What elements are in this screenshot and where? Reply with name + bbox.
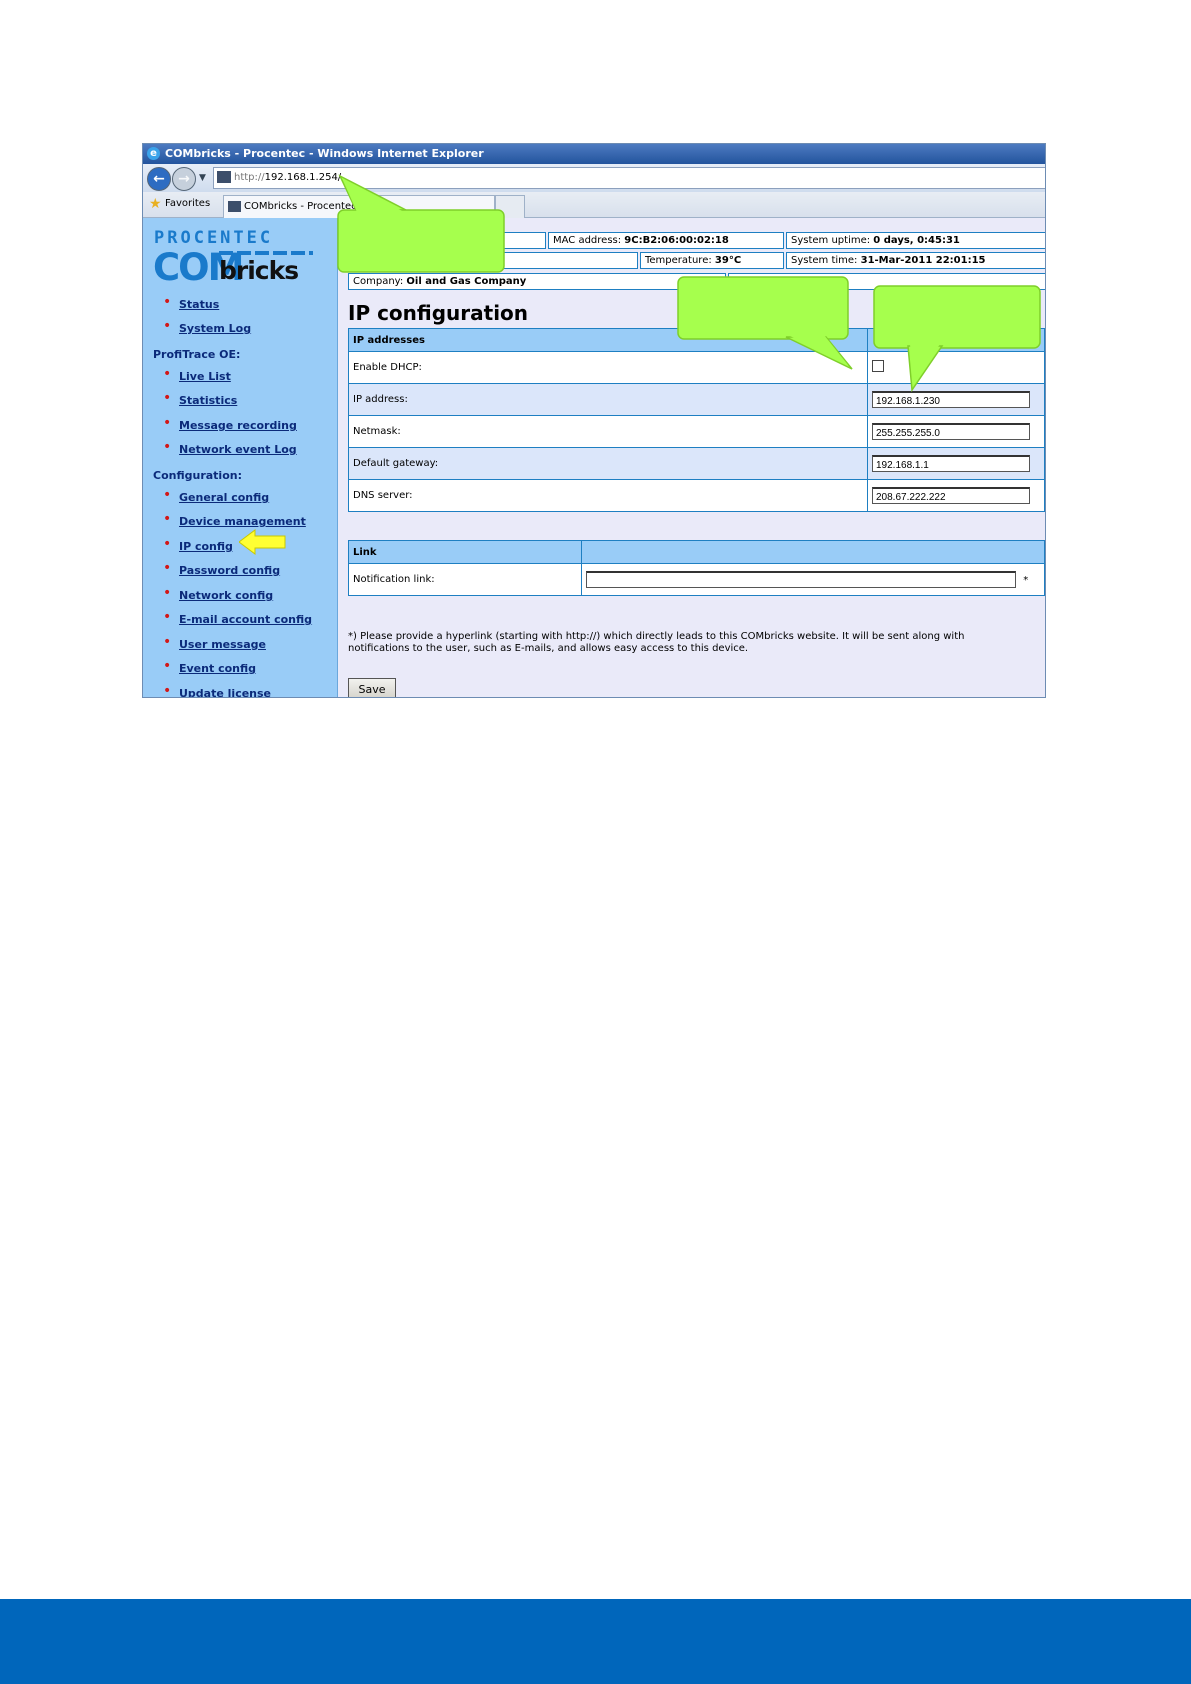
dns-input[interactable]: 208.67.222.222 [872, 487, 1030, 504]
temperature-box: Temperature: 39°C [640, 252, 784, 269]
forward-button[interactable]: → [172, 167, 196, 191]
back-button[interactable]: ← [147, 167, 171, 191]
logo-bricks: bricks [219, 256, 299, 285]
system-time-box: System time: 31-Mar-2011 22:01:15 [786, 252, 1045, 269]
ip-address-input[interactable]: 192.168.1.230 [872, 391, 1030, 408]
link-section-header: Link [348, 540, 582, 564]
mac-address-box: MAC address: 9C:B2:06:00:02:18 [548, 232, 784, 249]
history-dropdown-icon[interactable]: ▼ [199, 173, 206, 183]
gateway-label: Default gateway: [348, 447, 868, 480]
save-button[interactable]: Save [348, 678, 396, 697]
callout-bubble-ip-address [873, 285, 1041, 392]
browser-screenshot: e COMbricks - Procentec - Windows Intern… [142, 143, 1046, 698]
required-asterisk: * [1023, 574, 1029, 586]
notification-link-label: Notification link: [348, 563, 582, 596]
window-title: COMbricks - Procentec - Windows Internet… [165, 147, 484, 160]
table-row: Netmask: 255.255.255.0 [348, 415, 1045, 448]
tab-page-icon [228, 201, 241, 212]
ie-logo-icon: e [147, 147, 160, 160]
page-icon [217, 171, 231, 183]
link-section-header-value [581, 540, 1045, 564]
table-row: DNS server: 208.67.222.222 [348, 479, 1045, 512]
table-row: Default gateway: 192.168.1.1 [348, 447, 1045, 480]
callout-bubble-url [337, 174, 505, 273]
table-row: Notification link: * [348, 563, 1045, 596]
heading-configuration: Configuration: [153, 469, 242, 482]
address-toolbar: ← → ▼ http://192.168.1.254/ [143, 164, 1045, 192]
page-title: IP configuration [348, 301, 529, 325]
favorites-button[interactable]: Favorites [165, 198, 210, 209]
sidebar: PROCENTEC COM bricks • Status • System Log… [143, 218, 338, 697]
callout-bubble-dhcp [677, 276, 853, 370]
link-table: Link Notification link: * [348, 540, 1045, 596]
heading-profitrace: ProfiTrace OE: [153, 348, 241, 361]
ip-address-label: IP address: [348, 383, 868, 416]
url-text: http://192.168.1.254/ [234, 172, 342, 183]
system-uptime-box: System uptime: 0 days, 0:45:31 [786, 232, 1045, 249]
notification-link-input[interactable] [586, 571, 1016, 588]
dns-label: DNS server: [348, 479, 868, 512]
window-titlebar: e COMbricks - Procentec - Windows Intern… [143, 144, 1045, 164]
favorites-bar: ★ Favorites COMbricks - Procentec [143, 192, 1045, 218]
notification-note: *) Please provide a hyperlink (starting … [348, 631, 965, 654]
logo-procentec: PROCENTEC [154, 228, 274, 248]
footer-bar [0, 1599, 1191, 1684]
gateway-input[interactable]: 192.168.1.1 [872, 455, 1030, 472]
netmask-label: Netmask: [348, 415, 868, 448]
favorites-star-icon[interactable]: ★ [149, 196, 162, 212]
yellow-arrow-icon [239, 529, 286, 555]
netmask-input[interactable]: 255.255.255.0 [872, 423, 1030, 440]
